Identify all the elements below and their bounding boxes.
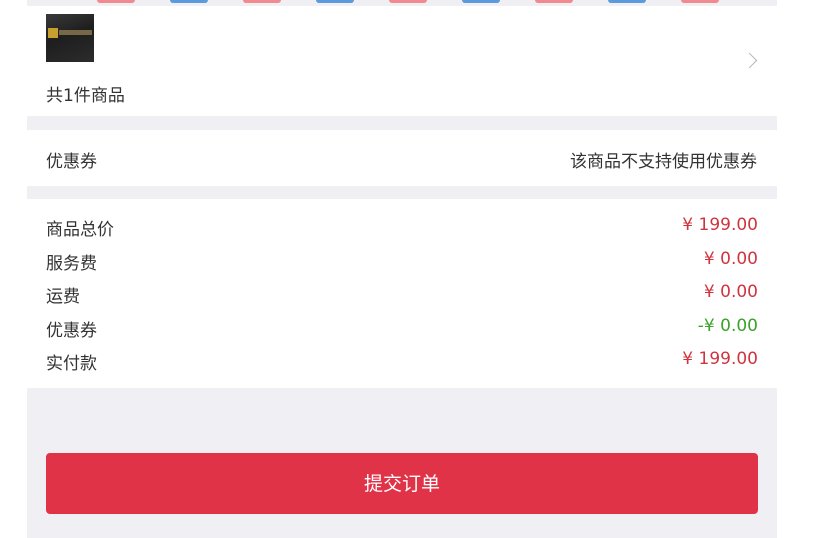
summary-label: 服务费 [46, 254, 97, 274]
product-thumbnail [46, 14, 94, 62]
chevron-right-icon[interactable] [741, 52, 758, 69]
summary-row-subtotal: 商品总价 ¥ 199.00 [27, 215, 777, 240]
summary-label: 优惠券 [46, 321, 97, 341]
summary-value: ¥ 199.00 [682, 215, 758, 235]
summary-label: 商品总价 [46, 220, 114, 240]
submit-order-button[interactable]: 提交订单 [46, 453, 758, 514]
price-summary: 商品总价 ¥ 199.00 服务费 ¥ 0.00 运费 ¥ 0.00 优惠券 -… [27, 199, 777, 388]
summary-value: ¥ 0.00 [703, 282, 758, 302]
summary-value: ¥ 0.00 [703, 249, 758, 269]
thumbnail-text-strip [59, 30, 92, 35]
summary-row-coupon: 优惠券 -¥ 0.00 [27, 316, 777, 341]
order-confirm-page: 共1件商品 优惠券 该商品不支持使用优惠券 商品总价 ¥ 199.00 服务费 … [27, 0, 777, 538]
coupon-label: 优惠券 [46, 152, 97, 172]
summary-value: ¥ 199.00 [682, 349, 758, 369]
summary-label: 实付款 [46, 354, 97, 374]
summary-row-total: 实付款 ¥ 199.00 [27, 349, 777, 374]
goods-count-text: 共1件商品 [46, 86, 125, 106]
thumbnail-badge [48, 28, 58, 38]
summary-value: -¥ 0.00 [697, 316, 758, 336]
goods-card[interactable]: 共1件商品 [27, 6, 777, 116]
coupon-row[interactable]: 优惠券 该商品不支持使用优惠券 [27, 130, 777, 186]
coupon-value: 该商品不支持使用优惠券 [570, 152, 757, 172]
summary-row-shipping: 运费 ¥ 0.00 [27, 282, 777, 307]
summary-row-service-fee: 服务费 ¥ 0.00 [27, 249, 777, 274]
summary-label: 运费 [46, 287, 80, 307]
